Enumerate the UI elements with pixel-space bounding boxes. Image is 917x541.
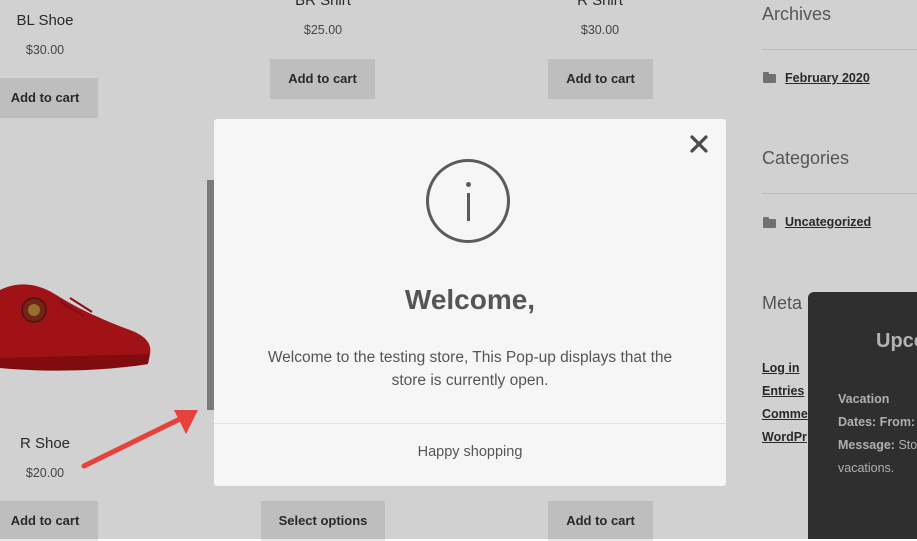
popup-divider [214, 423, 726, 424]
scrollbar-thumb[interactable] [207, 180, 214, 410]
welcome-popup: Welcome, Welcome to the testing store, T… [214, 119, 726, 486]
popup-message: Welcome to the testing store, This Pop-u… [267, 349, 673, 389]
close-button[interactable] [688, 133, 710, 155]
popup-footer: Happy shopping [417, 444, 523, 460]
close-icon [690, 135, 708, 153]
info-icon [426, 159, 510, 243]
annotation-arrow [81, 410, 198, 469]
popup-title: Welcome, [404, 284, 536, 315]
